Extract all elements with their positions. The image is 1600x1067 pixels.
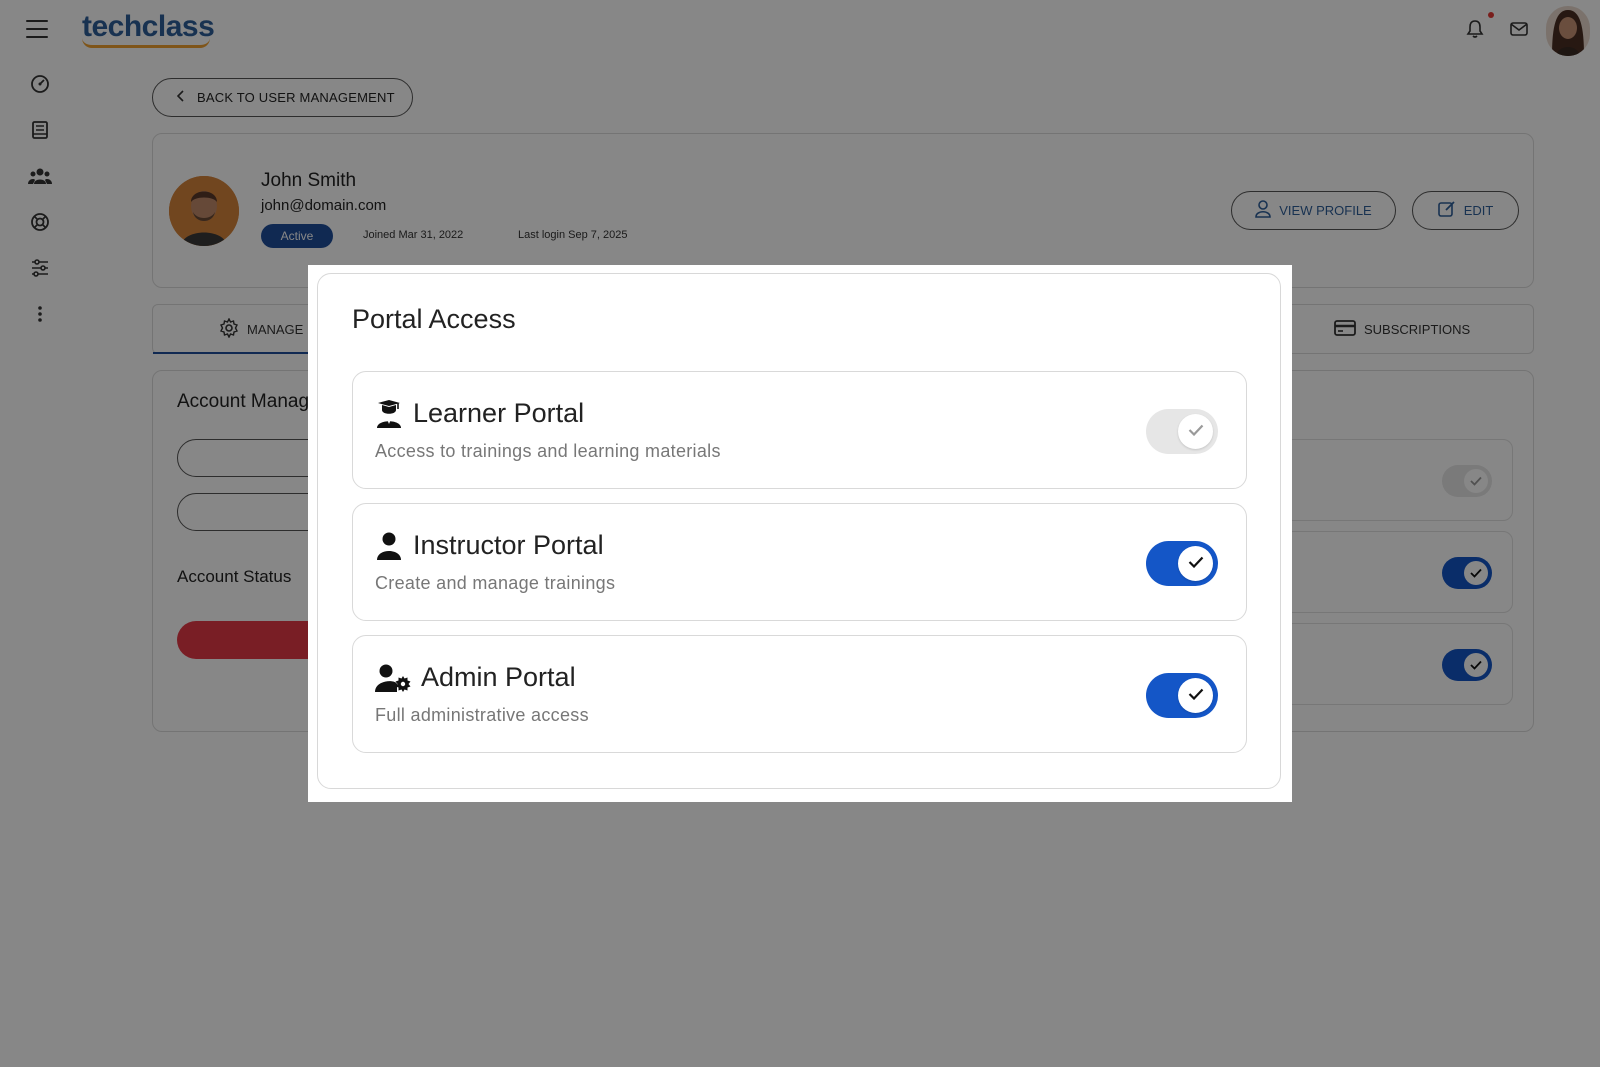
dialog-title: Portal Access — [352, 304, 516, 334]
toggle-instructor-portal[interactable] — [1146, 541, 1218, 586]
portal-access-dialog: Portal Access Learner Portal Access to t… — [317, 273, 1281, 789]
person-icon — [375, 531, 403, 561]
toggle-knob-instructor — [1178, 546, 1213, 581]
check-icon — [1188, 687, 1204, 705]
portal-description-instructor: Create and manage trainings — [375, 573, 616, 593]
toggle-learner-portal[interactable] — [1146, 409, 1218, 454]
portal-access-dialog-frame: Portal Access Learner Portal Access to t… — [308, 265, 1292, 802]
portal-description-learner: Access to trainings and learning materia… — [375, 441, 721, 461]
portal-header-instructor: Instructor Portal — [375, 530, 604, 561]
toggle-admin-portal[interactable] — [1146, 673, 1218, 718]
portal-card-learner: Learner Portal Access to trainings and l… — [352, 371, 1247, 489]
portal-name-instructor: Instructor Portal — [413, 530, 604, 560]
user-cog-icon — [375, 663, 411, 693]
toggle-knob-learner — [1178, 414, 1213, 449]
check-icon — [1188, 423, 1204, 441]
check-icon — [1188, 555, 1204, 573]
portal-header-learner: Learner Portal — [375, 398, 584, 429]
portal-name-admin: Admin Portal — [421, 662, 576, 692]
portal-header-admin: Admin Portal — [375, 662, 576, 693]
portal-name-learner: Learner Portal — [413, 398, 585, 428]
portal-card-admin: Admin Portal Full administrative access — [352, 635, 1247, 753]
graduate-icon — [375, 399, 403, 429]
toggle-knob-admin — [1178, 678, 1213, 713]
portal-card-instructor: Instructor Portal Create and manage trai… — [352, 503, 1247, 621]
portal-description-admin: Full administrative access — [375, 705, 589, 725]
